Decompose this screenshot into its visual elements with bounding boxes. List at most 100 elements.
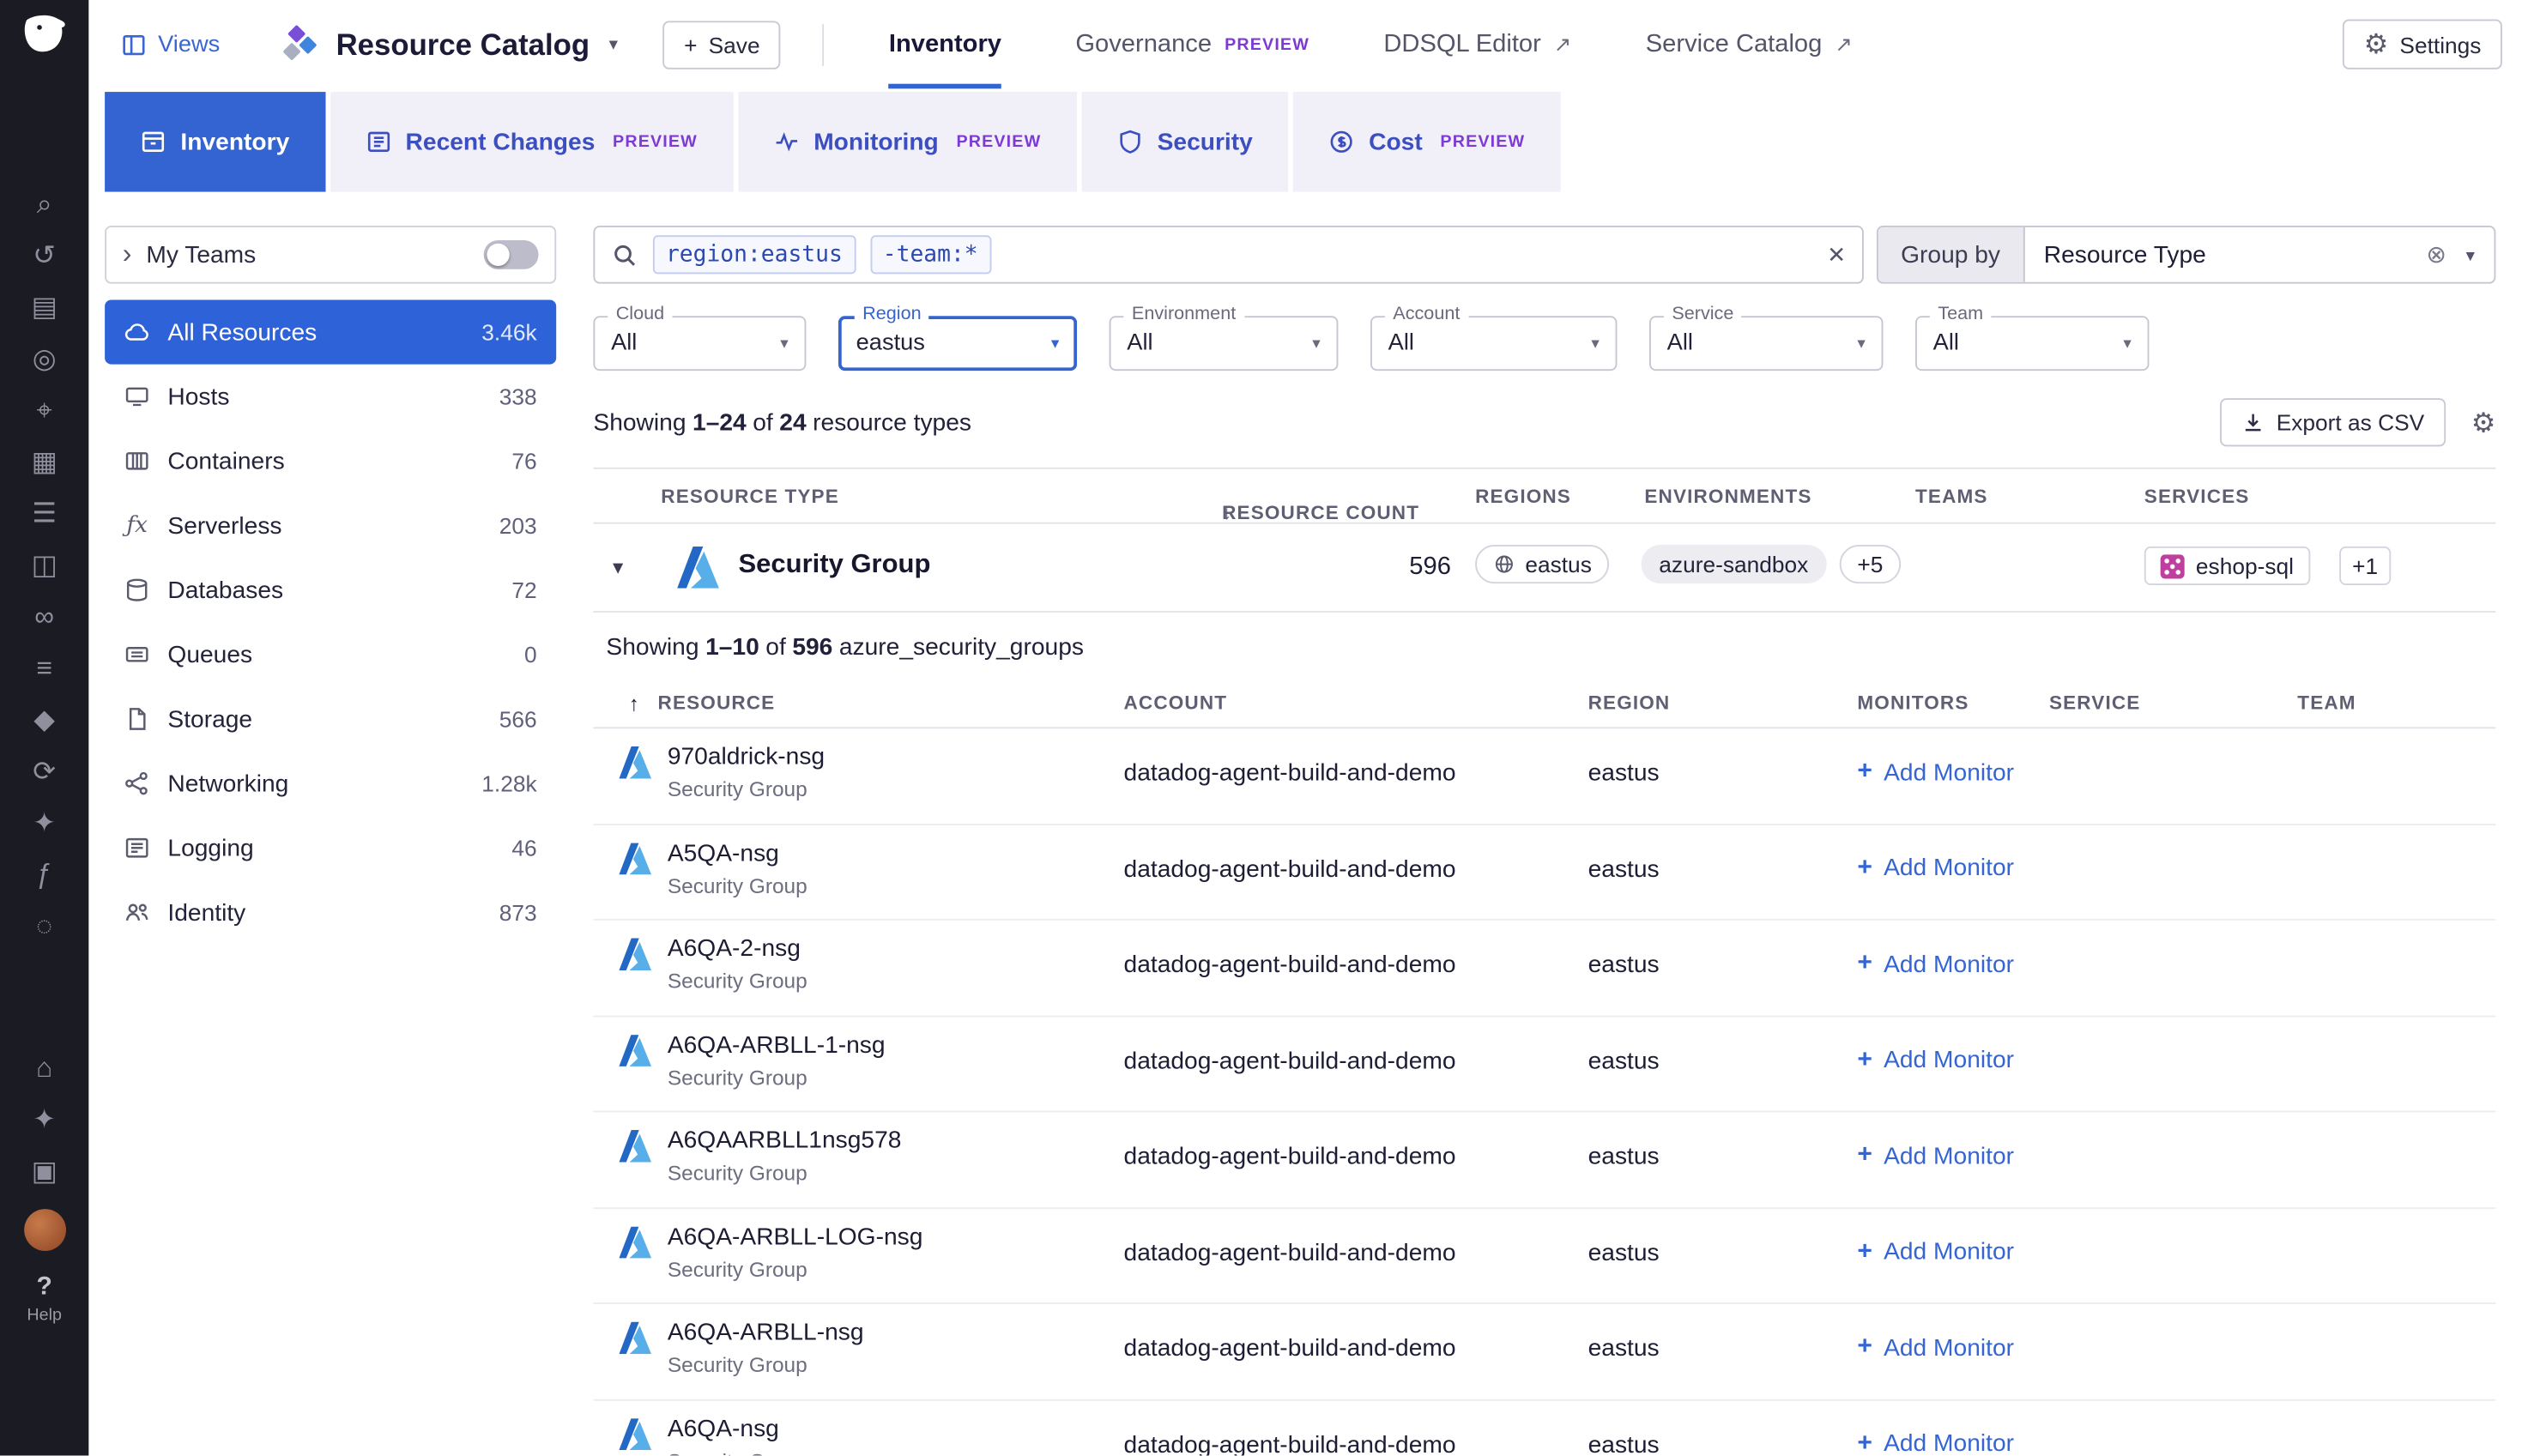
add-monitor-link[interactable]: +Add Monitor [1857, 1333, 2014, 1362]
environment-more-pill[interactable]: +5 [1840, 545, 1901, 583]
security-icon[interactable]: ◆ [0, 693, 88, 745]
tab-governance[interactable]: Governance PREVIEW [1075, 0, 1309, 88]
sidebar-item-logging[interactable]: Logging 46 [105, 816, 556, 880]
queues-icon [124, 642, 150, 668]
processes-icon[interactable]: ☰ [0, 486, 88, 538]
apps-icon[interactable]: ▣ [0, 1145, 88, 1196]
workflows-icon[interactable]: ⌂ [0, 1042, 88, 1093]
serverless-icon[interactable]: ƒ [0, 848, 88, 899]
preview-badge: PREVIEW [956, 132, 1041, 152]
plus-icon: + [684, 32, 697, 57]
sidebar-item-serverless[interactable]: ƒx Serverless 203 [105, 493, 556, 558]
service-more-chip[interactable]: +1 [2339, 547, 2391, 585]
save-button[interactable]: + Save [663, 20, 781, 68]
tab-ddsql-editor[interactable]: DDSQL Editor ↗ [1383, 0, 1571, 88]
group-by-select[interactable]: Resource Type ⊗ ▾ [2024, 227, 2494, 282]
table-row[interactable]: A6QA-ARBLL-LOG-nsg Security Group datado… [593, 1208, 2495, 1304]
table-settings-icon[interactable]: ⚙ [2471, 408, 2496, 436]
page-title-group[interactable]: Resource Catalog ▾ [284, 27, 618, 62]
sidebar-item-storage[interactable]: Storage 566 [105, 686, 556, 751]
group-row-security-group[interactable]: ▾ Security Group 596 eastus azure-sandbo… [593, 524, 2495, 613]
subtab-recent-changes[interactable]: Recent Changes PREVIEW [330, 92, 733, 191]
table-row[interactable]: A6QA-ARBLL-1-nsg Security Group datadog-… [593, 1017, 2495, 1113]
filter-cloud[interactable]: Cloud All ▾ [593, 316, 806, 371]
subtab-cost[interactable]: Cost PREVIEW [1293, 92, 1561, 191]
watchdog-icon[interactable]: ↺ [0, 229, 88, 281]
query-token[interactable]: region:eastus [653, 235, 856, 274]
export-csv-button[interactable]: Export as CSV [2220, 398, 2446, 446]
azure-icon [619, 843, 651, 875]
resource-types-table: RESOURCE TYPE ↓ RESOURCE COUNT REGIONS E… [593, 468, 2495, 1456]
tab-service-catalog[interactable]: Service Catalog ↗ [1646, 0, 1853, 88]
sidebar-item-containers[interactable]: Containers 76 [105, 429, 556, 493]
add-monitor-link[interactable]: +Add Monitor [1857, 950, 2014, 979]
sidebar-item-all-resources[interactable]: All Resources 3.46k [105, 299, 556, 364]
filter-account[interactable]: Account All ▾ [1370, 316, 1617, 371]
hosts-icon [124, 384, 150, 409]
add-monitor-link[interactable]: +Add Monitor [1857, 1141, 2014, 1170]
add-monitor-link[interactable]: +Add Monitor [1857, 1429, 2014, 1456]
query-token[interactable]: -team:* [870, 235, 991, 274]
views-button[interactable]: Views [121, 32, 220, 57]
col-regions: REGIONS [1475, 486, 1571, 508]
title-chevron-down-icon[interactable]: ▾ [609, 33, 618, 54]
table-row[interactable]: A6QA-2-nsg Security Group datadog-agent-… [593, 921, 2495, 1017]
sidebar-item-hosts[interactable]: Hosts 338 [105, 365, 556, 429]
clear-group-by-icon[interactable]: ⊗ [2426, 240, 2446, 269]
logs-icon[interactable]: ≡ [0, 642, 88, 693]
table-row[interactable]: A6QA-nsg Security Group datadog-agent-bu… [593, 1400, 2495, 1456]
database-icon [124, 577, 150, 603]
my-teams-switch[interactable] [484, 240, 539, 269]
error-tracking-icon[interactable]: ✦ [0, 796, 88, 848]
sidebar-item-databases[interactable]: Databases 72 [105, 558, 556, 622]
clear-search-icon[interactable]: ✕ [1827, 241, 1846, 269]
tab-inventory[interactable]: Inventory [889, 0, 1001, 88]
table-row[interactable]: 970aldrick-nsg Security Group datadog-ag… [593, 728, 2495, 825]
sparkles-icon[interactable]: ✦ [0, 1093, 88, 1145]
filter-service[interactable]: Service All ▾ [1649, 316, 1883, 371]
metrics-icon[interactable]: ▤ [0, 281, 88, 332]
sidebar-item-queues[interactable]: Queues 0 [105, 622, 556, 686]
inventory-subtabs: Inventory Recent Changes PREVIEW Monitor… [105, 92, 1560, 191]
azure-icon [619, 1417, 651, 1450]
monitors-icon[interactable]: ◎ [0, 332, 88, 384]
traces-icon[interactable]: ⌖ [0, 384, 88, 435]
chevron-down-icon: ▾ [1312, 335, 1320, 353]
containers-icon[interactable]: ◫ [0, 539, 88, 590]
subtab-monitoring[interactable]: Monitoring PREVIEW [738, 92, 1077, 191]
collapse-chevron-icon[interactable]: ▾ [613, 554, 623, 580]
synthetics-icon[interactable]: ⟳ [0, 745, 88, 796]
add-monitor-link[interactable]: +Add Monitor [1857, 758, 2014, 787]
add-monitor-link[interactable]: +Add Monitor [1857, 1045, 2014, 1074]
col-resource[interactable]: RESOURCE [658, 692, 776, 714]
infrastructure-icon[interactable]: ▦ [0, 435, 88, 486]
filter-region[interactable]: Region eastus ▾ [838, 316, 1077, 371]
search-input[interactable]: region:eastus -team:* ✕ [593, 226, 1863, 284]
filter-environment[interactable]: Environment All ▾ [1110, 316, 1339, 371]
table-row[interactable]: A5QA-nsg Security Group datadog-agent-bu… [593, 825, 2495, 921]
table-row[interactable]: A6QA-ARBLL-nsg Security Group datadog-ag… [593, 1304, 2495, 1400]
table-row[interactable]: A6QAARBLL1nsg578 Security Group datadog-… [593, 1112, 2495, 1208]
network-icon[interactable]: ∞ [0, 590, 88, 642]
sidebar-item-networking[interactable]: Networking 1.28k [105, 752, 556, 816]
environment-pill[interactable]: azure-sandbox [1642, 545, 1826, 583]
help-icon[interactable]: ? [36, 1273, 51, 1302]
filter-team[interactable]: Team All ▾ [1915, 316, 2149, 371]
user-avatar[interactable] [23, 1209, 65, 1251]
region-pill[interactable]: eastus [1475, 545, 1609, 583]
my-teams-toggle-row[interactable]: › My Teams [105, 226, 556, 284]
ci-icon[interactable]: ◌ [0, 899, 88, 951]
subtab-security[interactable]: Security [1081, 92, 1288, 191]
sidebar-item-identity[interactable]: Identity 873 [105, 880, 556, 945]
add-monitor-link[interactable]: +Add Monitor [1857, 854, 2014, 883]
datadog-logo[interactable] [20, 13, 68, 61]
add-monitor-link[interactable]: +Add Monitor [1857, 1237, 2014, 1266]
col-teams: TEAMS [1915, 486, 1988, 508]
search-icon[interactable]: ⌕ [0, 178, 88, 229]
subtab-inventory[interactable]: Inventory [105, 92, 324, 191]
service-chip[interactable]: eshop-sql [2144, 547, 2310, 585]
sort-asc-icon[interactable]: ↑ [629, 692, 640, 716]
settings-button[interactable]: ⚙ Settings [2343, 20, 2502, 69]
page-title: Resource Catalog [336, 27, 590, 62]
results-summary: Showing1–24of24resource types [593, 408, 977, 436]
